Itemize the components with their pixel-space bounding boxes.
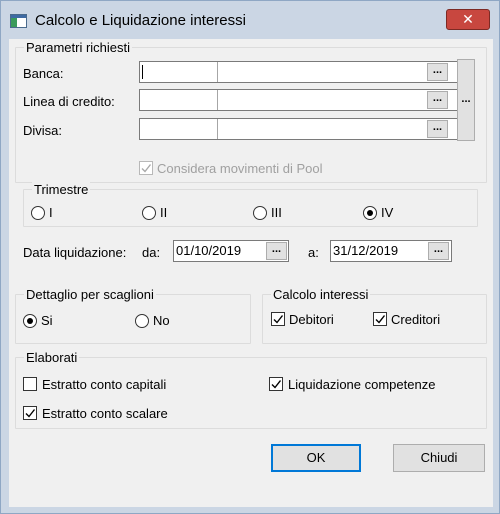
data-da-picker-button[interactable]: ... <box>266 242 287 260</box>
divisa-label: Divisa: <box>23 123 63 138</box>
divisa-segment-code <box>140 119 218 139</box>
chiudi-button[interactable]: Chiudi <box>393 444 485 472</box>
data-liquidazione-label: Data liquidazione: <box>23 245 127 260</box>
pool-label: Considera movimenti di Pool <box>157 161 323 176</box>
trimestre-radio-ii[interactable] <box>142 206 156 220</box>
trimestre-label-ii: II <box>160 205 168 220</box>
trimestre-label-i: I <box>49 205 53 220</box>
data-a-field[interactable]: 31/12/2019 ... <box>330 240 452 262</box>
linea-browse-button[interactable]: ... <box>427 91 448 109</box>
checkmark-icon <box>273 315 284 324</box>
creditori-label: Creditori <box>391 312 441 327</box>
data-da-value: 01/10/2019 <box>176 243 242 258</box>
data-a-picker-button[interactable]: ... <box>428 242 449 260</box>
dettaglio-radio-si[interactable] <box>23 314 37 328</box>
checkmark-icon <box>25 409 36 418</box>
banca-segment-code <box>140 62 218 82</box>
trimestre-label-iii: III <box>271 205 282 220</box>
trimestre-group: Trimestre <box>23 182 478 227</box>
title-bar[interactable]: Calcolo e Liquidazione interessi ✕ <box>1 1 499 39</box>
scalare-label: Estratto conto scalare <box>42 406 168 421</box>
trimestre-radio-i[interactable] <box>31 206 45 220</box>
banca-label: Banca: <box>23 66 64 81</box>
capitali-checkbox[interactable] <box>23 377 37 391</box>
close-icon: ✕ <box>462 11 474 27</box>
ok-button[interactable]: OK <box>271 444 361 472</box>
trimestre-radio-iv[interactable] <box>363 206 377 220</box>
trimestre-legend: Trimestre <box>32 182 91 197</box>
checkmark-icon <box>141 164 152 173</box>
linea-field[interactable]: ... <box>139 89 459 111</box>
banca-field[interactable]: ... <box>139 61 459 83</box>
trimestre-radio-iii[interactable] <box>253 206 267 220</box>
params-browse-all-button[interactable]: ... <box>457 59 475 141</box>
data-a-label: a: <box>308 245 319 260</box>
data-a-value: 31/12/2019 <box>333 243 399 258</box>
calcolo-legend: Calcolo interessi <box>271 287 371 302</box>
dettaglio-label-no: No <box>153 313 170 328</box>
dettaglio-label-si: Si <box>41 313 53 328</box>
debitori-checkbox[interactable] <box>271 312 285 326</box>
data-da-label: da: <box>142 245 161 260</box>
linea-label: Linea di credito: <box>23 94 115 109</box>
elaborati-legend: Elaborati <box>24 350 80 365</box>
debitori-label: Debitori <box>289 312 334 327</box>
competenze-checkbox[interactable] <box>269 377 283 391</box>
dettaglio-radio-no[interactable] <box>135 314 149 328</box>
banca-browse-button[interactable]: ... <box>427 63 448 81</box>
divisa-browse-button[interactable]: ... <box>427 120 448 138</box>
divisa-field[interactable]: ... <box>139 118 459 140</box>
dialog-client: Parametri richiesti Banca: ... Linea di … <box>9 39 493 507</box>
creditori-checkbox[interactable] <box>373 312 387 326</box>
linea-segment-code <box>140 90 218 110</box>
dettaglio-legend: Dettaglio per scaglioni <box>24 287 156 302</box>
scalare-checkbox[interactable] <box>23 406 37 420</box>
close-button[interactable]: ✕ <box>446 9 490 30</box>
checkmark-icon <box>375 315 386 324</box>
app-icon <box>10 14 27 28</box>
params-legend: Parametri richiesti <box>24 40 133 55</box>
competenze-label: Liquidazione competenze <box>288 377 436 392</box>
trimestre-label-iv: IV <box>381 205 394 220</box>
pool-checkbox[interactable] <box>139 161 153 175</box>
capitali-label: Estratto conto capitali <box>42 377 167 392</box>
data-da-field[interactable]: 01/10/2019 ... <box>173 240 289 262</box>
window-title: Calcolo e Liquidazione interessi <box>35 12 246 29</box>
dialog-window: Calcolo e Liquidazione interessi ✕ Param… <box>0 0 500 514</box>
checkmark-icon <box>271 380 282 389</box>
